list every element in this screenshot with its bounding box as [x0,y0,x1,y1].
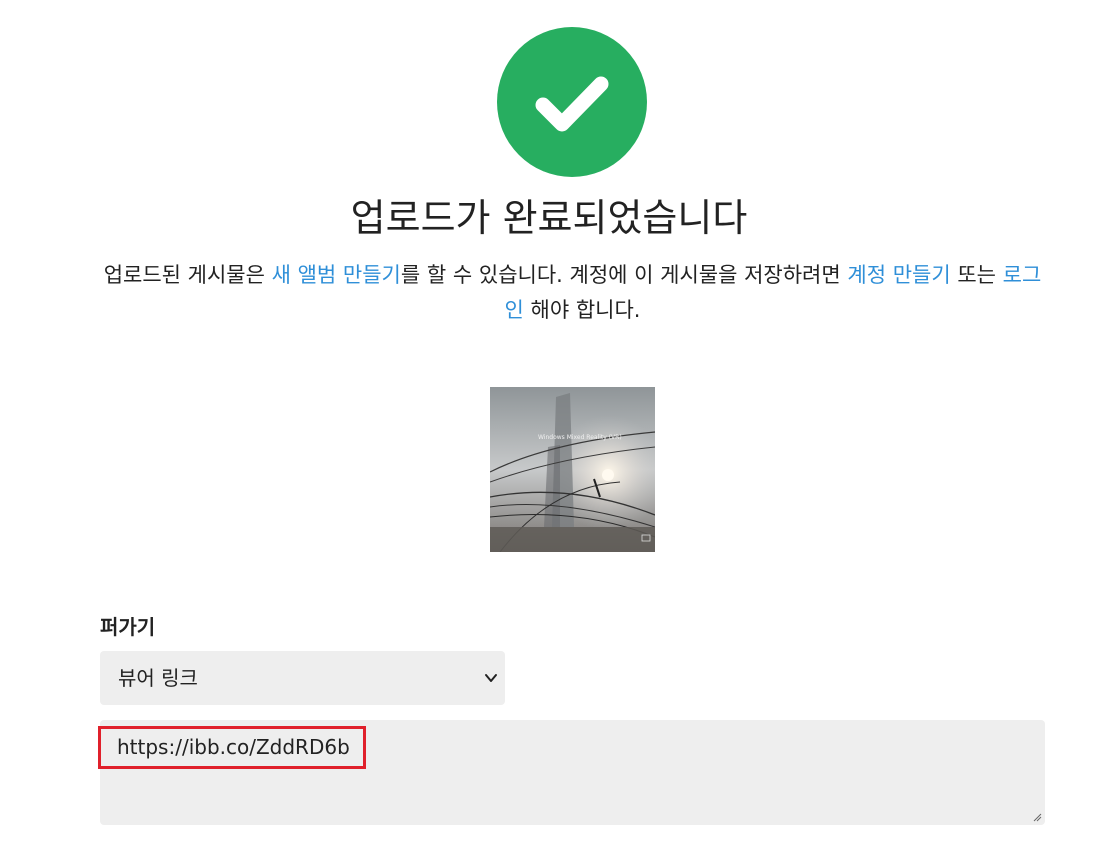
page-title: 업로드가 완료되었습니다 [350,196,748,240]
description-text: 해야 합니다. [523,298,641,322]
success-checkmark-icon [497,27,647,177]
description-text: 업로드된 게시물은 [103,263,272,287]
thumbnail-caption: Windows Mixed Reality (VR) [538,434,622,441]
description-text: 또는 [950,263,1003,287]
embed-type-selected-value: 뷰어 링크 [118,666,198,690]
upload-complete-page: 업로드가 완료되었습니다 업로드된 게시물은 새 앨범 만들기를 할 수 있습니… [0,0,1098,853]
thumbnail-image: Windows Mixed Reality (VR) [490,387,655,552]
upload-description: 업로드된 게시물은 새 앨범 만들기를 할 수 있습니다. 계정에 이 게시물을… [100,258,1045,328]
create-account-link[interactable]: 계정 만들기 [847,263,950,287]
chevron-down-icon [485,674,497,682]
embed-label: 퍼가기 [100,615,156,639]
description-text: 를 할 수 있습니다. 계정에 이 게시물을 저장하려면 [400,263,848,287]
highlight-box [98,726,366,769]
resize-handle-icon[interactable] [1032,812,1042,822]
embed-type-select[interactable]: 뷰어 링크 [100,651,505,705]
create-album-link[interactable]: 새 앨범 만들기 [272,263,401,287]
uploaded-image-thumbnail[interactable]: Windows Mixed Reality (VR) [490,387,655,552]
